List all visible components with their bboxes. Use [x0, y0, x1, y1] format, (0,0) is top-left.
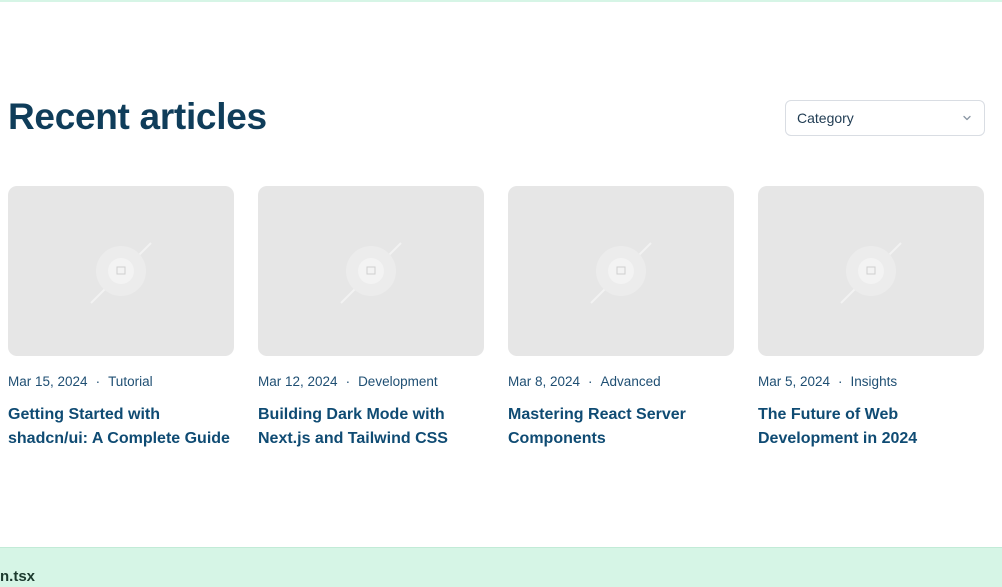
article-thumbnail[interactable]	[8, 186, 234, 356]
article-card[interactable]: Mar 5, 2024 · Insights The Future of Web…	[758, 186, 984, 451]
article-category: Development	[358, 374, 438, 389]
article-category: Tutorial	[108, 374, 153, 389]
article-date: Mar 8, 2024	[508, 374, 581, 389]
meta-separator: ·	[588, 374, 593, 389]
article-meta: Mar 8, 2024 · Advanced	[508, 374, 734, 389]
meta-separator: ·	[345, 374, 351, 389]
file-label: n.tsx	[0, 568, 36, 585]
category-select[interactable]: Category	[785, 100, 985, 136]
article-thumbnail[interactable]	[508, 186, 734, 356]
article-title-link[interactable]: Getting Started with shadcn/ui: A Comple…	[8, 403, 238, 451]
article-title-link[interactable]: The Future of Web Development in 2024	[758, 403, 988, 451]
category-select-label: Category	[797, 110, 854, 126]
article-thumbnail[interactable]	[758, 186, 984, 356]
image-placeholder-icon	[840, 242, 902, 304]
article-title-link[interactable]: Building Dark Mode with Next.js and Tail…	[258, 403, 488, 451]
article-grid: Mar 15, 2024 · Tutorial Getting Started …	[8, 186, 984, 451]
image-placeholder-icon	[590, 242, 652, 304]
meta-separator: ·	[838, 374, 843, 389]
article-title-link[interactable]: Mastering React Server Components	[508, 403, 738, 451]
article-date: Mar 12, 2024	[258, 374, 338, 389]
image-placeholder-icon	[90, 242, 152, 304]
article-meta: Mar 15, 2024 · Tutorial	[8, 374, 234, 389]
recent-articles-section: Recent articles Category Mar 15, 2024 · …	[0, 0, 1002, 547]
meta-separator: ·	[95, 374, 101, 389]
article-meta: Mar 12, 2024 · Development	[258, 374, 484, 389]
chevron-down-icon	[963, 115, 971, 121]
image-placeholder-icon	[340, 242, 402, 304]
article-meta: Mar 5, 2024 · Insights	[758, 374, 984, 389]
article-thumbnail[interactable]	[258, 186, 484, 356]
section-title: Recent articles	[8, 96, 267, 137]
article-date: Mar 5, 2024	[758, 374, 831, 389]
article-category: Insights	[850, 374, 898, 389]
article-card[interactable]: Mar 15, 2024 · Tutorial Getting Started …	[8, 186, 234, 451]
article-card[interactable]: Mar 12, 2024 · Development Building Dark…	[258, 186, 484, 451]
article-card[interactable]: Mar 8, 2024 · Advanced Mastering React S…	[508, 186, 734, 451]
article-date: Mar 15, 2024	[8, 374, 88, 389]
article-category: Advanced	[600, 374, 661, 389]
bottom-bar: n.tsx	[0, 547, 1002, 587]
